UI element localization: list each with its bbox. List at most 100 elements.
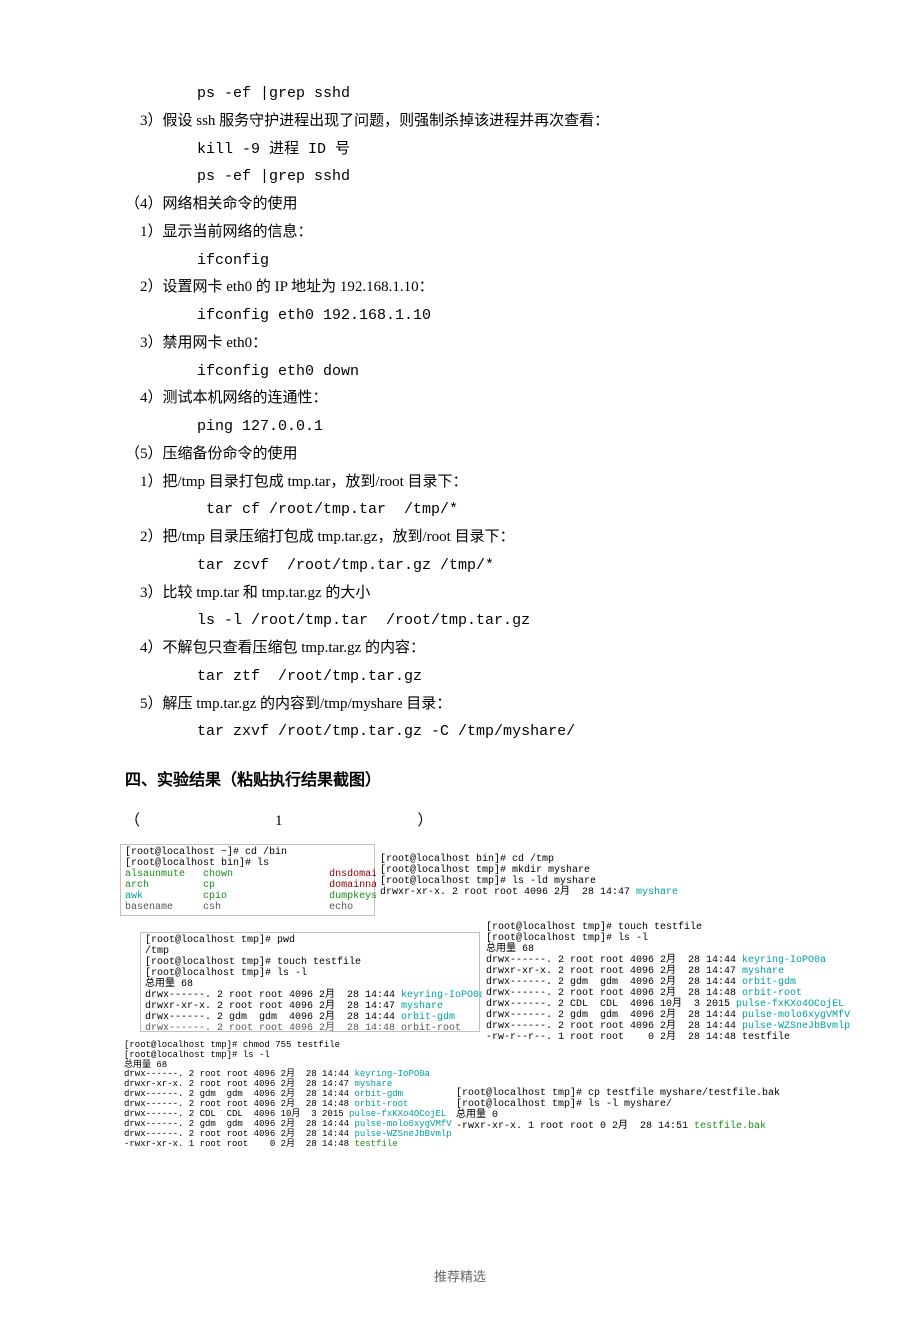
item-3-label: 3）假设 ssh 服务守护进程出现了问题，则强制杀掉该进程并再次查看： [125,108,795,136]
t5-r2b: myshare [354,1079,392,1089]
sec4-1-label: 1）显示当前网络的信息： [125,219,795,247]
t4-l3: 总用量 68 [486,944,818,955]
sec4-2-cmd: ifconfig eth0 192.168.1.10 [125,302,795,330]
t4-r8a: -rw-r--r--. 1 root root 0 2月 28 14:48 [486,1032,742,1043]
section-4-results-heading: 四、实验结果（粘贴执行结果截图） [125,766,795,790]
t4-r6a: drwx------. 2 gdm gdm 4096 2月 28 14:44 [486,1010,742,1021]
t2-l4a: drwxr-xr-x. 2 root root 4096 2月 28 14:47 [380,887,636,898]
t1-c4a: basename [125,902,173,913]
t4-r5b: pulse-fxKXo4OCojEL [736,999,844,1010]
sec5-1-cmd: tar cf /root/tmp.tar /tmp/* [125,496,795,524]
t2-l2: [root@localhost tmp]# mkdir myshare [380,865,672,876]
t3-r3a: drwx------. 2 gdm gdm 4096 2月 28 14:44 [145,1012,401,1023]
t4-l2: [root@localhost tmp]# ls -l [486,933,818,944]
t1-l2: [root@localhost bin]# ls [125,858,370,869]
t5-r4b: orbit-root [354,1099,408,1109]
t3-l4: [root@localhost tmp]# ls -l [145,968,475,979]
sec5-2-cmd: tar zcvf /root/tmp.tar.gz /tmp/* [125,552,795,580]
sec4-3-label: 3）禁用网卡 eth0： [125,330,795,358]
terminal-screenshot-2: [root@localhost bin]# cd /tmp [root@loca… [376,852,676,907]
t3-r2b: myshare [401,1001,443,1012]
t3-r4a: drwx------. 2 root root 4096 2月 28 14:48 [145,1023,401,1034]
cmd-kill: kill -9 进程 ID 号 [125,136,795,164]
t4-r6b: pulse-molo6xygVMfV [742,1010,850,1021]
sec4-4-label: 4）测试本机网络的连通性： [125,385,795,413]
sec4-3-cmd: ifconfig eth0 down [125,358,795,386]
t6-r1b: testfile.bak [694,1121,766,1132]
t4-l1: [root@localhost tmp]# touch testfile [486,922,818,933]
t5-r6a: drwx------. 2 gdm gdm 4096 2月 28 14:44 [124,1119,354,1129]
t1-c2b: cp [203,880,215,891]
t3-r2a: drwxr-xr-x. 2 root root 4096 2月 28 14:47 [145,1001,401,1012]
sec5-3-label: 3）比较 tmp.tar 和 tmp.tar.gz 的大小 [125,580,795,608]
t5-l2: [root@localhost tmp]# ls -l [124,1051,446,1061]
terminal-screenshot-4: [root@localhost tmp]# touch testfile [ro… [482,920,822,1035]
sec4-2-label: 2）设置网卡 eth0 的 IP 地址为 192.168.1.10： [125,274,795,302]
sec5-4-cmd: tar ztf /root/tmp.tar.gz [125,663,795,691]
t1-c2a: arch [125,880,149,891]
t4-r7a: drwx------. 2 root root 4096 2月 28 14:44 [486,1021,742,1032]
t4-r3a: drwx------. 2 gdm gdm 4096 2月 28 14:44 [486,977,742,988]
t5-r5b: pulse-fxKXo4OCojEL [349,1109,446,1119]
t5-r6b: pulse-molo6xygVMfV [354,1119,451,1129]
t2-l1: [root@localhost bin]# cd /tmp [380,854,672,865]
t5-r8b: testfile [354,1139,397,1149]
t5-r1b: keyring-IoPO0a [354,1069,430,1079]
t2-l3: [root@localhost tmp]# ls -ld myshare [380,876,672,887]
sec5-1-label: 1）把/tmp 目录打包成 tmp.tar，放到/root 目录下： [125,469,795,497]
t1-c4b: csh [203,902,221,913]
terminal-screenshot-6: [root@localhost tmp]# cp testfile myshar… [452,1086,792,1141]
terminal-screenshot-3: [root@localhost tmp]# pwd /tmp [root@loc… [140,932,480,1032]
t3-l5: 总用量 68 [145,979,475,990]
t1-l1: [root@localhost ~]# cd /bin [125,847,370,858]
sec5-3-cmd: ls -l /root/tmp.tar /root/tmp.tar.gz [125,607,795,635]
t2-l4b: myshare [636,887,678,898]
t5-r7a: drwx------. 2 root root 4096 2月 28 14:44 [124,1129,354,1139]
sec5-5-label: 5）解压 tmp.tar.gz 的内容到/tmp/myshare 目录： [125,691,795,719]
t6-r1a: -rwxr-xr-x. 1 root root 0 2月 28 14:51 [456,1121,694,1132]
t1-c4c: echo [329,902,353,913]
t1-c3b: cpio [203,891,227,902]
section-5-heading: （5）压缩备份命令的使用 [125,441,795,469]
t3-r4b: orbit-root [401,1023,461,1034]
t6-l3: 总用量 0 [456,1110,788,1121]
t4-r2a: drwxr-xr-x. 2 root root 4096 2月 28 14:47 [486,966,742,977]
cmd-ps-grep-2: ps -ef |grep sshd [125,163,795,191]
t1-c1a: alsaunmute [125,869,185,880]
t6-l1: [root@localhost tmp]# cp testfile myshar… [456,1088,788,1099]
t4-r4a: drwx------. 2 root root 4096 2月 28 14:48 [486,988,742,999]
t5-r8a: -rwxr-xr-x. 1 root root 0 2月 28 14:48 [124,1139,354,1149]
sec4-4-cmd: ping 127.0.0.1 [125,413,795,441]
t5-r5a: drwx------. 2 CDL CDL 4096 10月 3 2015 [124,1109,349,1119]
t5-r4a: drwx------. 2 root root 4096 2月 28 14:48 [124,1099,354,1109]
t4-r1b: keyring-IoPO0a [742,955,826,966]
t4-r1a: drwx------. 2 root root 4096 2月 28 14:44 [486,955,742,966]
t4-r3b: orbit-gdm [742,977,796,988]
t3-l3: [root@localhost tmp]# touch testfile [145,957,475,968]
t4-r2b: myshare [742,966,784,977]
t6-l2: [root@localhost tmp]# ls -l myshare/ [456,1099,788,1110]
t4-r5a: drwx------. 2 CDL CDL 4096 10月 3 2015 [486,999,736,1010]
section-4-heading: （4）网络相关命令的使用 [125,191,795,219]
t5-r2a: drwxr-xr-x. 2 root root 4096 2月 28 14:47 [124,1079,354,1089]
t3-l2: /tmp [145,946,475,957]
t1-c3c: dumpkeys [329,891,377,902]
t5-r7b: pulse-WZSneJbBvmlp [354,1129,451,1139]
page-footer: 推荐精选 [125,1266,795,1285]
sec5-2-label: 2）把/tmp 目录压缩打包成 tmp.tar.gz，放到/root 目录下： [125,524,795,552]
t4-r4b: orbit-root [742,988,802,999]
terminal-screenshot-1: [root@localhost ~]# cd /bin [root@localh… [120,844,375,916]
t3-l1: [root@localhost tmp]# pwd [145,935,475,946]
t3-r3b: orbit-gdm [401,1012,455,1023]
t1-c1b: chown [203,869,233,880]
t5-r3b: orbit-gdm [354,1089,403,1099]
results-label-1: （ 1 ） [125,808,795,836]
t4-r8b: testfile [742,1032,790,1043]
sec5-4-label: 4）不解包只查看压缩包 tmp.tar.gz 的内容： [125,635,795,663]
cmd-ps-grep-1: ps -ef |grep sshd [125,80,795,108]
terminal-screenshot-5: [root@localhost tmp]# chmod 755 testfile… [120,1039,450,1154]
t1-c3a: awk [125,891,143,902]
t5-r1a: drwx------. 2 root root 4096 2月 28 14:44 [124,1069,354,1079]
t5-r3a: drwx------. 2 gdm gdm 4096 2月 28 14:44 [124,1089,354,1099]
t3-r1b: keyring-IoPO0a [401,990,485,1001]
